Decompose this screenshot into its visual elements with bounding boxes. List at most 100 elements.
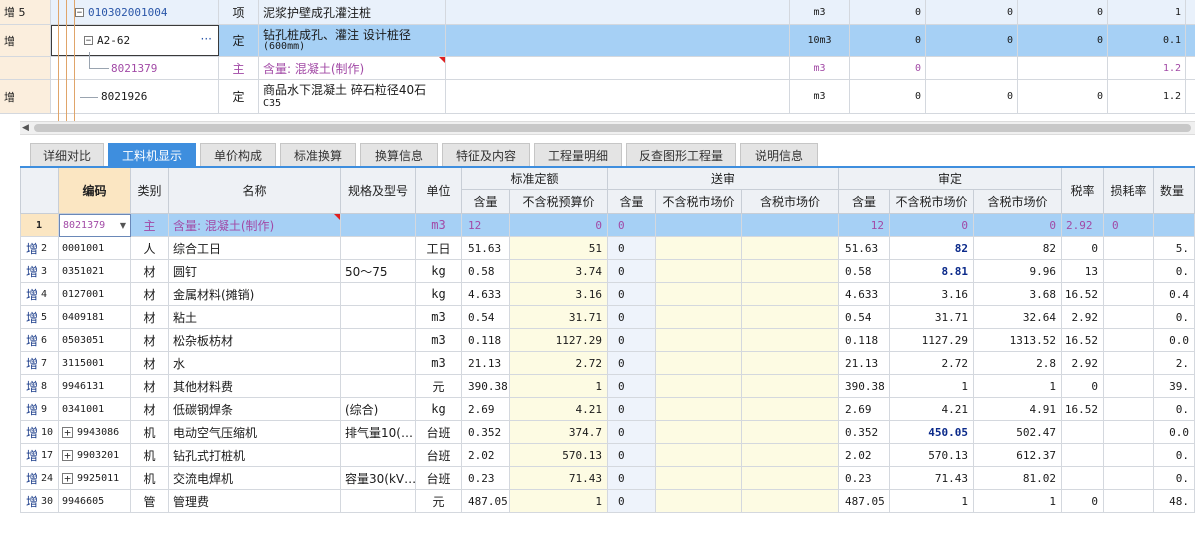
quantity-cell[interactable]: 2. [1154, 352, 1195, 375]
aud-market-in-cell[interactable]: 32.64 [974, 306, 1062, 329]
resource-row[interactable]: 增 9 0341001 材低碳钢焊条 (综合) kg 2.69 4.21 0 2.69 4.21 4.… [20, 398, 1195, 421]
resource-row[interactable]: 增 24 +9925011 机交流电焊机 容量30(kV… 台班 0.23 71.43 0 0.2… [20, 467, 1195, 490]
collapse-icon[interactable]: − [84, 36, 93, 46]
sub-market-ex-cell[interactable] [656, 237, 742, 260]
std-qty-cell[interactable]: 2.02 [462, 444, 510, 467]
tax-rate-cell[interactable]: 16.52 [1062, 283, 1104, 306]
aud-market-ex-cell[interactable]: 570.13 [890, 444, 974, 467]
aud-market-in-cell[interactable]: 3.68 [974, 283, 1062, 306]
sub-qty-cell[interactable]: 0 [608, 237, 656, 260]
resource-row[interactable]: 增 10 +9943086 机电动空气压缩机 排气量10(… 台班 0.352 374.7 0 0… [20, 421, 1195, 444]
resource-unit[interactable]: m3 [416, 329, 462, 352]
tab-labor-material-machine[interactable]: 工料机显示 [108, 143, 196, 167]
sub-market-in-cell[interactable] [742, 237, 839, 260]
sub-market-in-cell[interactable] [742, 306, 839, 329]
resource-category[interactable]: 材 [131, 352, 169, 375]
std-price-cell[interactable]: 570.13 [510, 444, 608, 467]
sub-market-ex-cell[interactable] [656, 260, 742, 283]
aud-qty-cell[interactable]: 21.13 [839, 352, 890, 375]
resource-name[interactable]: 综合工日 [169, 237, 341, 260]
sub-market-ex-cell[interactable] [656, 375, 742, 398]
aud-market-in-cell[interactable]: 612.37 [974, 444, 1062, 467]
resource-code[interactable]: 0351021 [59, 260, 131, 283]
loss-rate-cell[interactable]: 0 [1104, 214, 1154, 237]
aud-market-in-cell[interactable]: 1 [974, 490, 1062, 513]
resource-unit[interactable]: m3 [416, 306, 462, 329]
header-aud-qty[interactable]: 含量 [839, 190, 890, 214]
resource-name[interactable]: 管理费 [169, 490, 341, 513]
aud-market-in-cell[interactable]: 81.02 [974, 467, 1062, 490]
loss-rate-cell[interactable] [1104, 398, 1154, 421]
resource-row-selected[interactable]: 1 8021379 ▼ 主含量: 混凝土(制作) m3 12 0 0 12 0 0 2.92 0 [20, 214, 1195, 237]
loss-rate-cell[interactable] [1104, 352, 1154, 375]
resource-category[interactable]: 材 [131, 329, 169, 352]
aud-market-ex-cell[interactable]: 2.72 [890, 352, 974, 375]
aud-qty-cell[interactable]: 12 [839, 214, 890, 237]
sub-market-in-cell[interactable] [742, 352, 839, 375]
aud-market-in-cell[interactable]: 0 [974, 214, 1062, 237]
header-code[interactable]: 编码 [59, 168, 131, 214]
std-price-cell[interactable]: 1 [510, 490, 608, 513]
resource-spec[interactable]: 容量30(kV… [341, 467, 416, 490]
resource-spec[interactable]: 排气量10(… [341, 421, 416, 444]
resource-unit[interactable]: 元 [416, 490, 462, 513]
scrollbar-thumb[interactable] [34, 124, 1191, 132]
tax-rate-cell[interactable] [1062, 444, 1104, 467]
resource-category[interactable]: 管 [131, 490, 169, 513]
loss-rate-cell[interactable] [1104, 421, 1154, 444]
code-cell-editing[interactable]: − A2-62 ··· [51, 25, 219, 56]
aud-market-ex-cell[interactable]: 0 [890, 214, 974, 237]
sub-qty-cell[interactable]: 0 [608, 398, 656, 421]
resource-spec[interactable] [341, 352, 416, 375]
resource-row[interactable]: 增 6 0503051 材松杂板枋材 m3 0.118 1127.29 0 0.118 1127.… [20, 329, 1195, 352]
aud-market-ex-cell[interactable]: 1127.29 [890, 329, 974, 352]
aud-market-in-cell[interactable]: 502.47 [974, 421, 1062, 444]
resource-row[interactable]: 增 5 0409181 材粘土 m3 0.54 31.71 0 0.54 31.71 32.64 2.… [20, 306, 1195, 329]
header-category[interactable]: 类别 [131, 168, 169, 214]
sub-market-ex-cell[interactable] [656, 352, 742, 375]
resource-unit[interactable]: m3 [416, 352, 462, 375]
resource-unit[interactable]: 台班 [416, 421, 462, 444]
sub-market-in-cell[interactable] [742, 467, 839, 490]
resource-spec[interactable]: 50～75 [341, 260, 416, 283]
resource-unit[interactable]: kg [416, 283, 462, 306]
aud-market-ex-cell[interactable]: 4.21 [890, 398, 974, 421]
resource-unit[interactable]: kg [416, 398, 462, 421]
loss-rate-cell[interactable] [1104, 329, 1154, 352]
resource-spec[interactable] [341, 237, 416, 260]
resource-spec[interactable] [341, 306, 416, 329]
aud-market-in-cell[interactable]: 1 [974, 375, 1062, 398]
tab-description[interactable]: 说明信息 [740, 143, 818, 167]
header-sub-market-ex[interactable]: 不含税市场价 [656, 190, 742, 214]
resource-name[interactable]: 交流电焊机 [169, 467, 341, 490]
resource-spec[interactable] [341, 329, 416, 352]
resource-code[interactable]: 3115001 [59, 352, 131, 375]
resource-code[interactable]: 9946605 [59, 490, 131, 513]
quantity-cell[interactable]: 0.0 [1154, 421, 1195, 444]
std-qty-cell[interactable]: 51.63 [462, 237, 510, 260]
std-qty-cell[interactable]: 4.633 [462, 283, 510, 306]
resource-unit[interactable]: 元 [416, 375, 462, 398]
resource-code[interactable]: 0409181 [59, 306, 131, 329]
resource-name[interactable]: 圆钉 [169, 260, 341, 283]
header-spec[interactable]: 规格及型号 [341, 168, 416, 214]
std-qty-cell[interactable]: 21.13 [462, 352, 510, 375]
quantity-cell[interactable]: 0. [1154, 467, 1195, 490]
sub-market-ex-cell[interactable] [656, 467, 742, 490]
tab-features[interactable]: 特征及内容 [442, 143, 530, 167]
aud-market-ex-cell[interactable]: 31.71 [890, 306, 974, 329]
tax-rate-cell[interactable]: 2.92 [1062, 352, 1104, 375]
aud-market-ex-cell[interactable]: 450.05 [890, 421, 974, 444]
std-qty-cell[interactable]: 0.54 [462, 306, 510, 329]
sub-market-in-cell[interactable] [742, 421, 839, 444]
code-cell[interactable]: 8021379 [51, 57, 219, 79]
resource-code[interactable]: 0503051 [59, 329, 131, 352]
resource-spec[interactable] [341, 490, 416, 513]
resource-row[interactable]: 增 8 9946131 材其他材料费元 390.38 1 0 390.38 1 1 0 39. [20, 375, 1195, 398]
resource-unit[interactable]: 工日 [416, 237, 462, 260]
resource-spec[interactable] [341, 375, 416, 398]
aud-market-ex-cell[interactable]: 1 [890, 490, 974, 513]
sub-market-in-cell[interactable] [742, 329, 839, 352]
resource-code[interactable]: +9903201 [59, 444, 131, 467]
resource-unit[interactable]: 台班 [416, 467, 462, 490]
